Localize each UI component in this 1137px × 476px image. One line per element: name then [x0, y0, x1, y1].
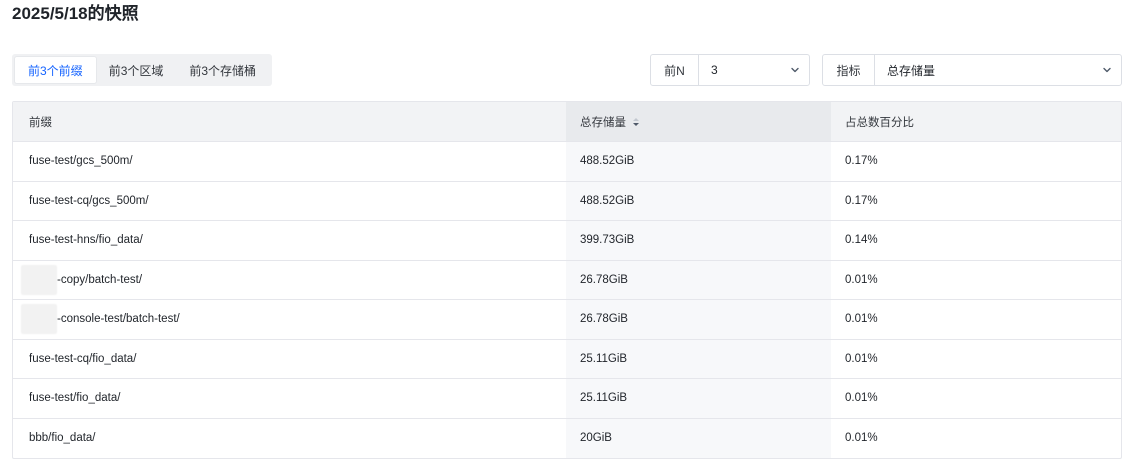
storage-snapshot-page: 2025/5/18的快照 前3个前缀 前3个区域 前3个存储桶 前N 3 指标 … [0, 0, 1137, 476]
column-header-total-storage[interactable]: 总存储量 [566, 102, 831, 141]
top-n-label: 前N [651, 55, 699, 85]
cell-percent: 0.01% [845, 432, 878, 445]
cell-total-storage: 399.73GiB [566, 221, 831, 260]
metric-value[interactable]: 总存储量 [875, 55, 1093, 85]
column-header-total-storage-label: 总存储量 [580, 116, 626, 129]
sort-caret-icon[interactable] [632, 117, 640, 127]
prefix-text: fuse-test-cq/fio_data/ [29, 352, 137, 365]
cell-percent: 0.17% [845, 194, 878, 207]
redacted-text [21, 304, 57, 335]
table-row: bbb/fio_data/20GiB 0.01% [13, 418, 1121, 459]
column-header-percent: 占总数百分比 [845, 116, 914, 129]
cell-percent: 0.01% [845, 273, 878, 286]
cell-total-storage: 488.52GiB [566, 181, 831, 220]
tab-top-regions[interactable]: 前3个区域 [96, 57, 177, 83]
table-row: fuse-test-hns/fio_data/399.73GiB 0.14% [13, 221, 1121, 261]
chevron-down-icon[interactable] [781, 55, 809, 85]
cell-prefix: fuse-test/fio_data/ [13, 379, 566, 418]
cell-total-storage: 26.78GiB [566, 260, 831, 299]
table-row: -copy/batch-test/26.78GiB 0.01% [13, 260, 1121, 300]
cell-percent: 0.01% [845, 352, 878, 365]
top-prefixes-table: 前缀 总存储量 占总数百分比 fuse-test/gcs_500m/488.52… [12, 101, 1122, 459]
cell-total-storage: 20GiB [566, 418, 831, 458]
cell-prefix: fuse-test-hns/fio_data/ [13, 221, 566, 260]
chevron-down-icon[interactable] [1093, 55, 1121, 85]
cell-prefix: fuse-test-cq/fio_data/ [13, 340, 566, 379]
metric-select[interactable]: 指标 总存储量 [822, 54, 1122, 86]
cell-prefix: bbb/fio_data/ [13, 419, 566, 459]
cell-total-storage: 26.78GiB [566, 300, 831, 339]
table-row: fuse-test-cq/fio_data/25.11GiB 0.01% [13, 339, 1121, 379]
column-header-prefix: 前缀 [29, 116, 52, 129]
prefix-text: bbb/fio_data/ [29, 432, 96, 445]
cell-prefix: -console-test/batch-test/ [13, 300, 566, 339]
table-body: fuse-test/gcs_500m/488.52GiB 0.17% fuse-te… [13, 142, 1121, 458]
top-n-value[interactable]: 3 [699, 55, 781, 85]
cell-prefix: fuse-test/gcs_500m/ [13, 142, 566, 181]
page-title: 2025/5/18的快照 [12, 4, 139, 23]
table-row: -console-test/batch-test/26.78GiB 0.01% [13, 300, 1121, 340]
cell-total-storage: 25.11GiB [566, 379, 831, 418]
cell-percent: 0.01% [845, 313, 878, 326]
redacted-text [21, 264, 57, 295]
cell-percent: 0.01% [845, 392, 878, 405]
top-n-tabs: 前3个前缀 前3个区域 前3个存储桶 [12, 54, 273, 86]
prefix-text: -console-test/batch-test/ [57, 313, 180, 326]
cell-total-storage: 488.52GiB [566, 142, 831, 181]
prefix-text: -copy/batch-test/ [57, 273, 143, 286]
cell-total-storage: 25.11GiB [566, 339, 831, 378]
tab-top-prefixes[interactable]: 前3个前缀 [15, 57, 96, 83]
metric-label: 指标 [823, 55, 875, 85]
prefix-text: fuse-test-cq/gcs_500m/ [29, 194, 149, 207]
table-row: fuse-test-cq/gcs_500m/488.52GiB 0.17% [13, 181, 1121, 221]
top-n-select[interactable]: 前N 3 [650, 54, 810, 86]
cell-prefix: -copy/batch-test/ [13, 261, 566, 300]
prefix-text: fuse-test/gcs_500m/ [29, 155, 133, 168]
prefix-text: fuse-test/fio_data/ [29, 392, 121, 405]
cell-percent: 0.17% [845, 155, 878, 168]
cell-prefix: fuse-test-cq/gcs_500m/ [13, 182, 566, 221]
table-row: fuse-test/fio_data/25.11GiB 0.01% [13, 379, 1121, 419]
table-header: 前缀 总存储量 占总数百分比 [13, 102, 1121, 142]
table-row: fuse-test/gcs_500m/488.52GiB 0.17% [13, 142, 1121, 182]
tab-top-buckets[interactable]: 前3个存储桶 [176, 57, 269, 83]
cell-percent: 0.14% [845, 234, 878, 247]
prefix-text: fuse-test-hns/fio_data/ [29, 234, 143, 247]
